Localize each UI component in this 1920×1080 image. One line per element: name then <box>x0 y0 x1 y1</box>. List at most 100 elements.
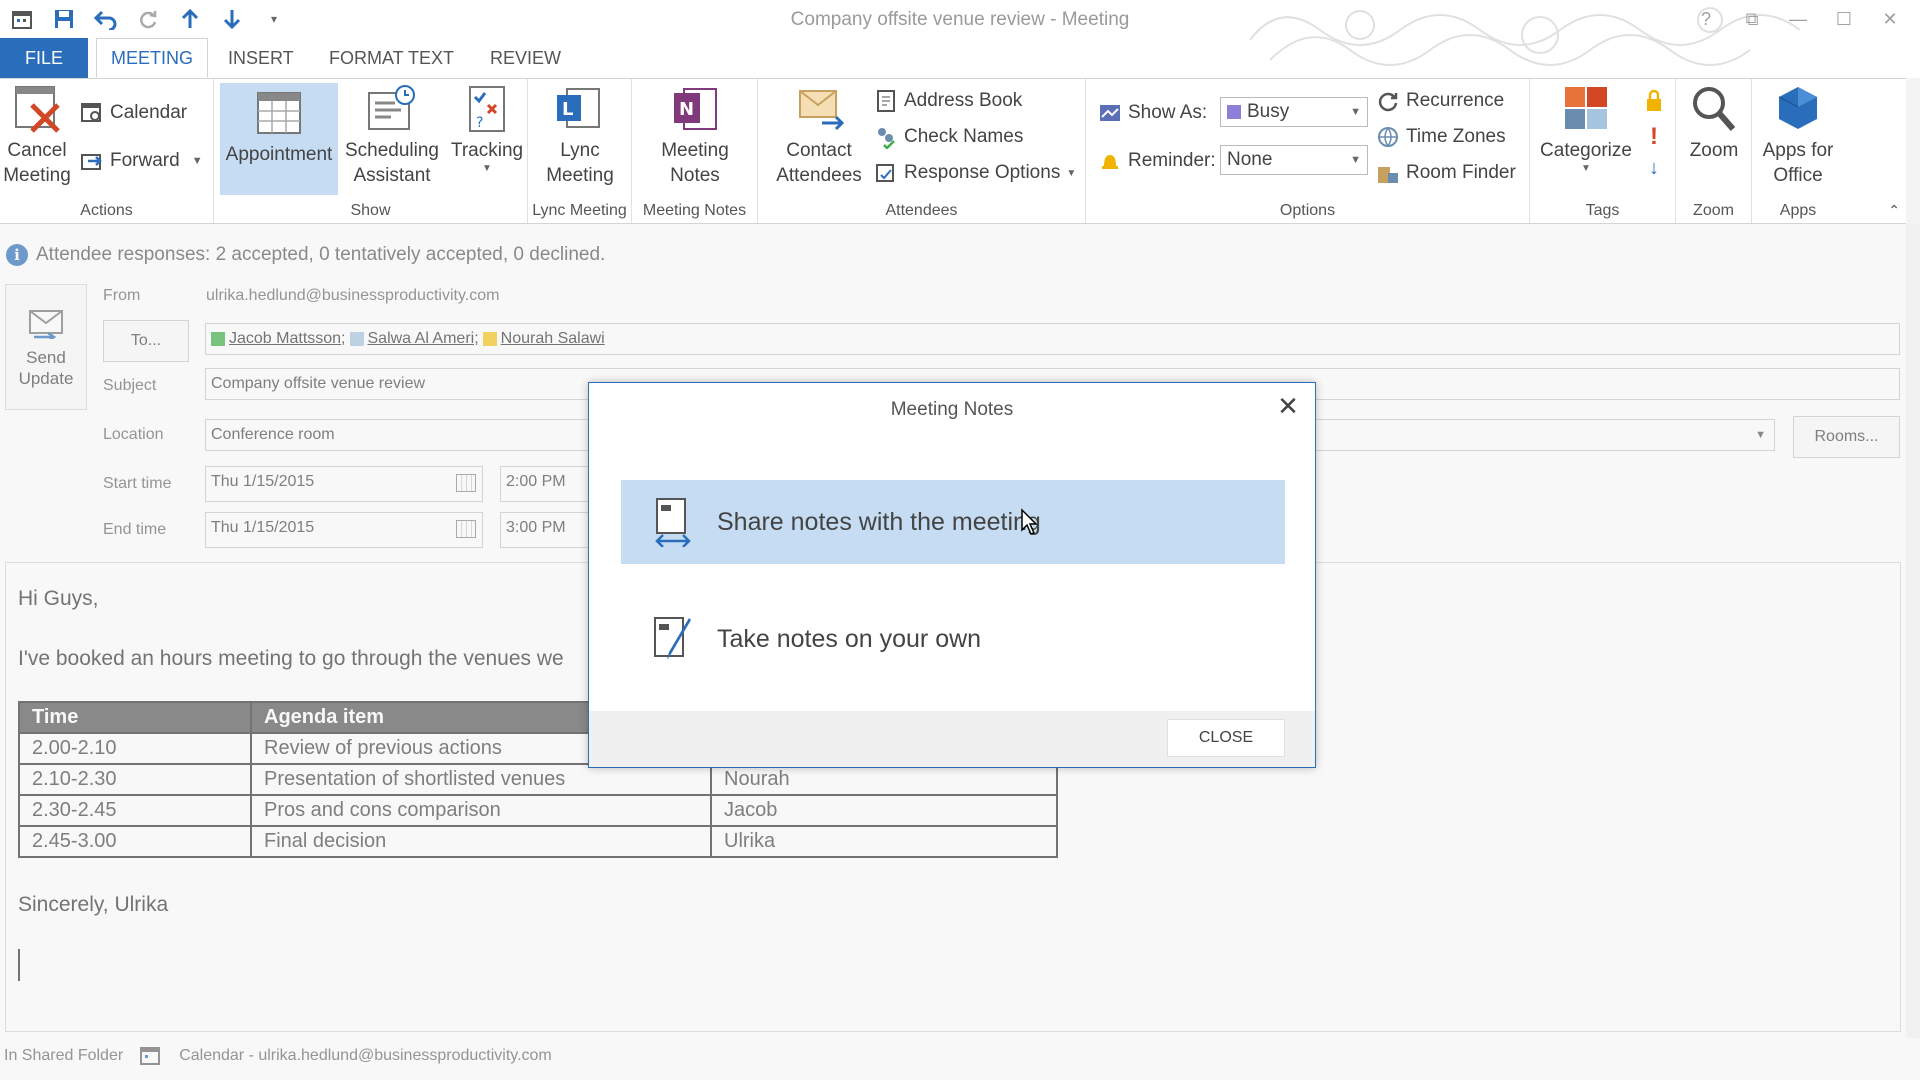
forward-button[interactable]: Forward ▼ <box>80 149 203 173</box>
response-options-icon <box>876 164 894 182</box>
group-label-zoom: Zoom <box>1693 202 1734 219</box>
share-notes-icon <box>655 498 691 547</box>
high-importance-icon[interactable]: ! <box>1642 123 1666 150</box>
group-lync-meeting: L Lync Meeting Lync Meeting <box>528 79 632 223</box>
share-notes-option[interactable]: Share notes with the meeting <box>621 480 1285 564</box>
group-label-apps: Apps <box>1779 202 1817 219</box>
collapse-ribbon-icon[interactable]: ⌃ <box>1888 202 1900 219</box>
meeting-notes-button[interactable]: N Meeting Notes <box>650 83 740 188</box>
reminder-control: Reminder: <box>1098 149 1216 173</box>
chevron-down-icon: ▼ <box>1350 106 1361 118</box>
scheduling-assistant-button[interactable]: Scheduling Assistant <box>342 83 442 188</box>
chevron-down-icon: ▼ <box>1350 154 1361 166</box>
help-icon[interactable]: ? <box>1686 4 1726 34</box>
contact-attendees-button[interactable]: Contact Attendees <box>764 83 874 188</box>
group-label-meeting-notes: Meeting Notes <box>642 202 747 219</box>
close-icon[interactable]: ✕ <box>1273 391 1303 421</box>
tab-insert[interactable]: INSERT <box>214 38 308 78</box>
categorize-icon <box>1565 87 1607 129</box>
contact-attendees-icon <box>799 90 845 131</box>
room-finder-icon <box>1378 167 1398 183</box>
own-notes-icon <box>654 617 691 660</box>
group-label-actions: Actions <box>80 202 133 219</box>
own-notes-option[interactable]: Take notes on your own <box>621 597 1285 681</box>
tab-file[interactable]: FILE <box>0 38 88 78</box>
share-notes-label: Share notes with the meeting <box>717 507 1041 536</box>
appointment-button[interactable]: Appointment <box>220 83 338 195</box>
restore-ribbon-icon[interactable]: ⧉ <box>1732 4 1772 34</box>
group-show: Appointment Scheduling Assistant ? Track… <box>214 79 528 223</box>
group-attendees: Contact Attendees Address Book Check Nam… <box>758 79 1086 223</box>
minimize-icon[interactable]: — <box>1778 4 1818 34</box>
lync-meeting-label: Lync Meeting <box>546 140 614 186</box>
maximize-icon[interactable]: ☐ <box>1824 4 1864 34</box>
appointment-label: Appointment <box>225 144 333 165</box>
show-as-label: Show As: <box>1128 102 1208 123</box>
forward-icon <box>81 154 102 170</box>
own-notes-label: Take notes on your own <box>717 624 982 653</box>
globe-icon <box>1378 127 1398 148</box>
dialog-footer: CLOSE <box>589 711 1315 767</box>
onenote-icon: N <box>674 88 717 130</box>
ribbon: Cancel Meeting Calendar Forward ▼ Action… <box>0 78 1920 224</box>
forward-label: Forward <box>110 150 180 171</box>
svg-text:N: N <box>679 99 694 120</box>
magnifier-icon <box>1693 87 1736 131</box>
show-as-control: Show As: <box>1098 101 1207 125</box>
tab-format-text[interactable]: FORMAT TEXT <box>315 38 468 78</box>
response-options-dropdown-icon: ▼ <box>1066 167 1077 179</box>
room-finder-button[interactable]: Room Finder <box>1376 161 1516 185</box>
address-book-button[interactable]: Address Book <box>874 89 1022 113</box>
cancel-meeting-button[interactable]: Cancel Meeting <box>3 83 71 188</box>
group-label-show: Show <box>350 202 391 219</box>
response-options-label: Response Options <box>904 162 1061 183</box>
categorize-button[interactable]: Categorize ▼ <box>1534 83 1638 175</box>
scheduling-assistant-icon <box>368 85 415 130</box>
bell-icon <box>1102 155 1118 169</box>
title-bar: ▾ Company offsite venue review - Meeting… <box>0 0 1920 66</box>
lync-meeting-button[interactable]: L Lync Meeting <box>536 83 624 188</box>
reminder-label: Reminder: <box>1128 150 1216 171</box>
zoom-label: Zoom <box>1689 140 1739 161</box>
group-actions: Cancel Meeting Calendar Forward ▼ Action… <box>0 79 214 223</box>
apps-for-office-label: Apps for Office <box>1762 140 1834 186</box>
address-book-icon <box>877 90 895 112</box>
group-zoom: Zoom Zoom <box>1676 79 1752 223</box>
lync-icon: L <box>557 88 600 128</box>
show-as-icon <box>1100 105 1120 121</box>
zoom-button[interactable]: Zoom <box>1684 83 1744 163</box>
calendar-button[interactable]: Calendar <box>80 101 187 125</box>
recurrence-label: Recurrence <box>1406 90 1505 111</box>
group-label-options: Options <box>1279 202 1336 219</box>
tab-meeting[interactable]: MEETING <box>96 38 209 78</box>
forward-dropdown-icon[interactable]: ▼ <box>192 155 203 167</box>
group-label-lync: Lync Meeting <box>532 202 627 219</box>
check-names-button[interactable]: Check Names <box>874 125 1023 149</box>
reminder-value: None <box>1227 149 1273 170</box>
apps-for-office-button[interactable]: Apps for Office <box>1756 83 1840 188</box>
lock-icon[interactable] <box>1642 89 1666 113</box>
response-options-button[interactable]: Response Options ▼ <box>874 161 1076 185</box>
close-button[interactable]: CLOSE <box>1167 719 1285 757</box>
cancel-meeting-label: Cancel Meeting <box>3 140 71 186</box>
tracking-button[interactable]: ? Tracking ▼ <box>450 83 524 175</box>
time-zones-button[interactable]: Time Zones <box>1376 125 1506 149</box>
group-tags: Categorize ▼ ! ↓ Tags <box>1530 79 1676 223</box>
group-meeting-notes: N Meeting Notes Meeting Notes <box>632 79 758 223</box>
close-window-icon[interactable]: ✕ <box>1870 4 1910 34</box>
scheduling-assistant-label: Scheduling Assistant <box>344 140 440 186</box>
contact-attendees-label: Contact Attendees <box>776 140 862 186</box>
low-importance-icon[interactable]: ↓ <box>1642 157 1666 181</box>
meeting-notes-label: Meeting Notes <box>661 140 729 186</box>
show-as-dropdown[interactable]: Busy ▼ <box>1220 97 1368 127</box>
ribbon-tabs: FILE MEETING INSERT FORMAT TEXT REVIEW <box>0 38 1920 78</box>
recurrence-icon <box>1378 92 1398 112</box>
check-names-icon <box>878 128 895 149</box>
categorize-dropdown-icon: ▼ <box>1581 163 1591 174</box>
meeting-notes-dialog: Meeting Notes ✕ Share notes with the mee… <box>588 382 1316 768</box>
reminder-dropdown[interactable]: None ▼ <box>1220 145 1368 175</box>
recurrence-button[interactable]: Recurrence <box>1376 89 1504 113</box>
tab-review[interactable]: REVIEW <box>476 38 575 78</box>
busy-color-swatch <box>1227 105 1241 119</box>
window-controls: ? ⧉ — ☐ ✕ <box>1686 4 1910 34</box>
